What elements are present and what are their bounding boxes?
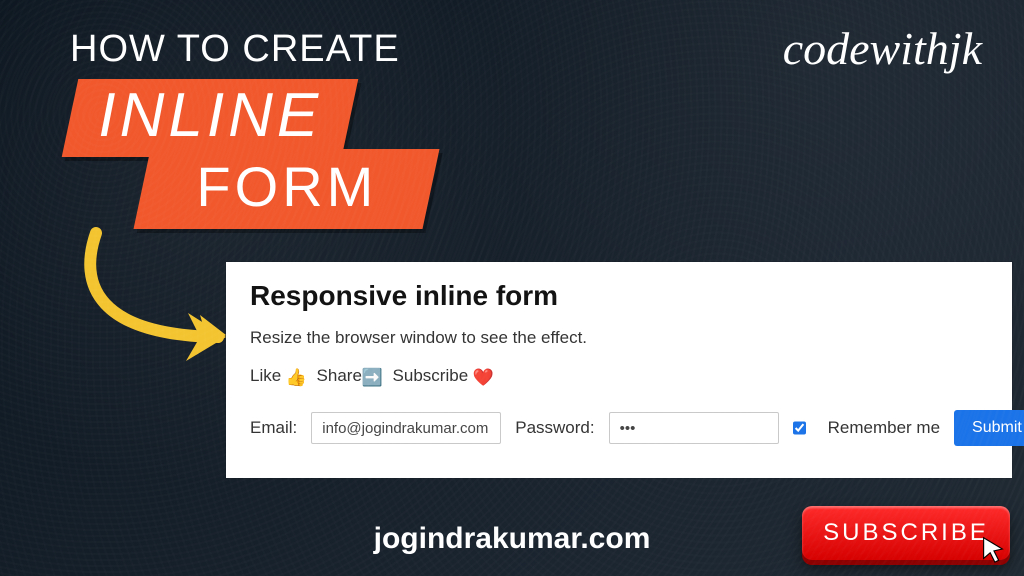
password-label: Password:: [515, 418, 594, 438]
title-tag-form: FORM: [133, 149, 439, 229]
title-form-text: FORM: [196, 159, 377, 215]
title-block: How to Create INLINE FORM: [70, 28, 431, 229]
card-heading: Responsive inline form: [250, 280, 990, 312]
social-subscribe-label: Subscribe: [393, 366, 469, 385]
cursor-icon: [978, 534, 1008, 564]
card-lead: Resize the browser window to see the eff…: [250, 328, 990, 348]
thumbnail-canvas: codewithjk How to Create INLINE FORM Res…: [0, 0, 1024, 576]
title-line1: How to Create: [70, 28, 431, 71]
remember-checkbox[interactable]: [793, 420, 806, 436]
subscribe-label: SUBSCRIBE: [823, 519, 989, 547]
email-label: Email:: [250, 418, 297, 438]
arrow-right-icon: ➡️: [362, 368, 383, 388]
card-social: Like 👍 Share➡️ Subscribe ❤️: [250, 366, 990, 388]
inline-form: Email: Password: Remember me Submit: [250, 410, 990, 446]
remember-label: Remember me: [828, 418, 940, 438]
social-share-label: Share: [317, 366, 362, 385]
password-field[interactable]: [609, 412, 779, 444]
thumbs-up-icon: 👍: [286, 368, 307, 388]
heart-icon: ❤️: [473, 368, 494, 388]
submit-button[interactable]: Submit: [954, 410, 1024, 446]
title-tag-inline: INLINE: [62, 79, 358, 157]
subscribe-button[interactable]: SUBSCRIBE: [802, 506, 1010, 560]
title-inline-text: INLINE: [98, 85, 322, 147]
email-field[interactable]: [311, 412, 501, 444]
form-card: Responsive inline form Resize the browse…: [226, 262, 1012, 478]
social-like-label: Like: [250, 366, 281, 385]
brand-logo: codewithjk: [783, 22, 982, 75]
